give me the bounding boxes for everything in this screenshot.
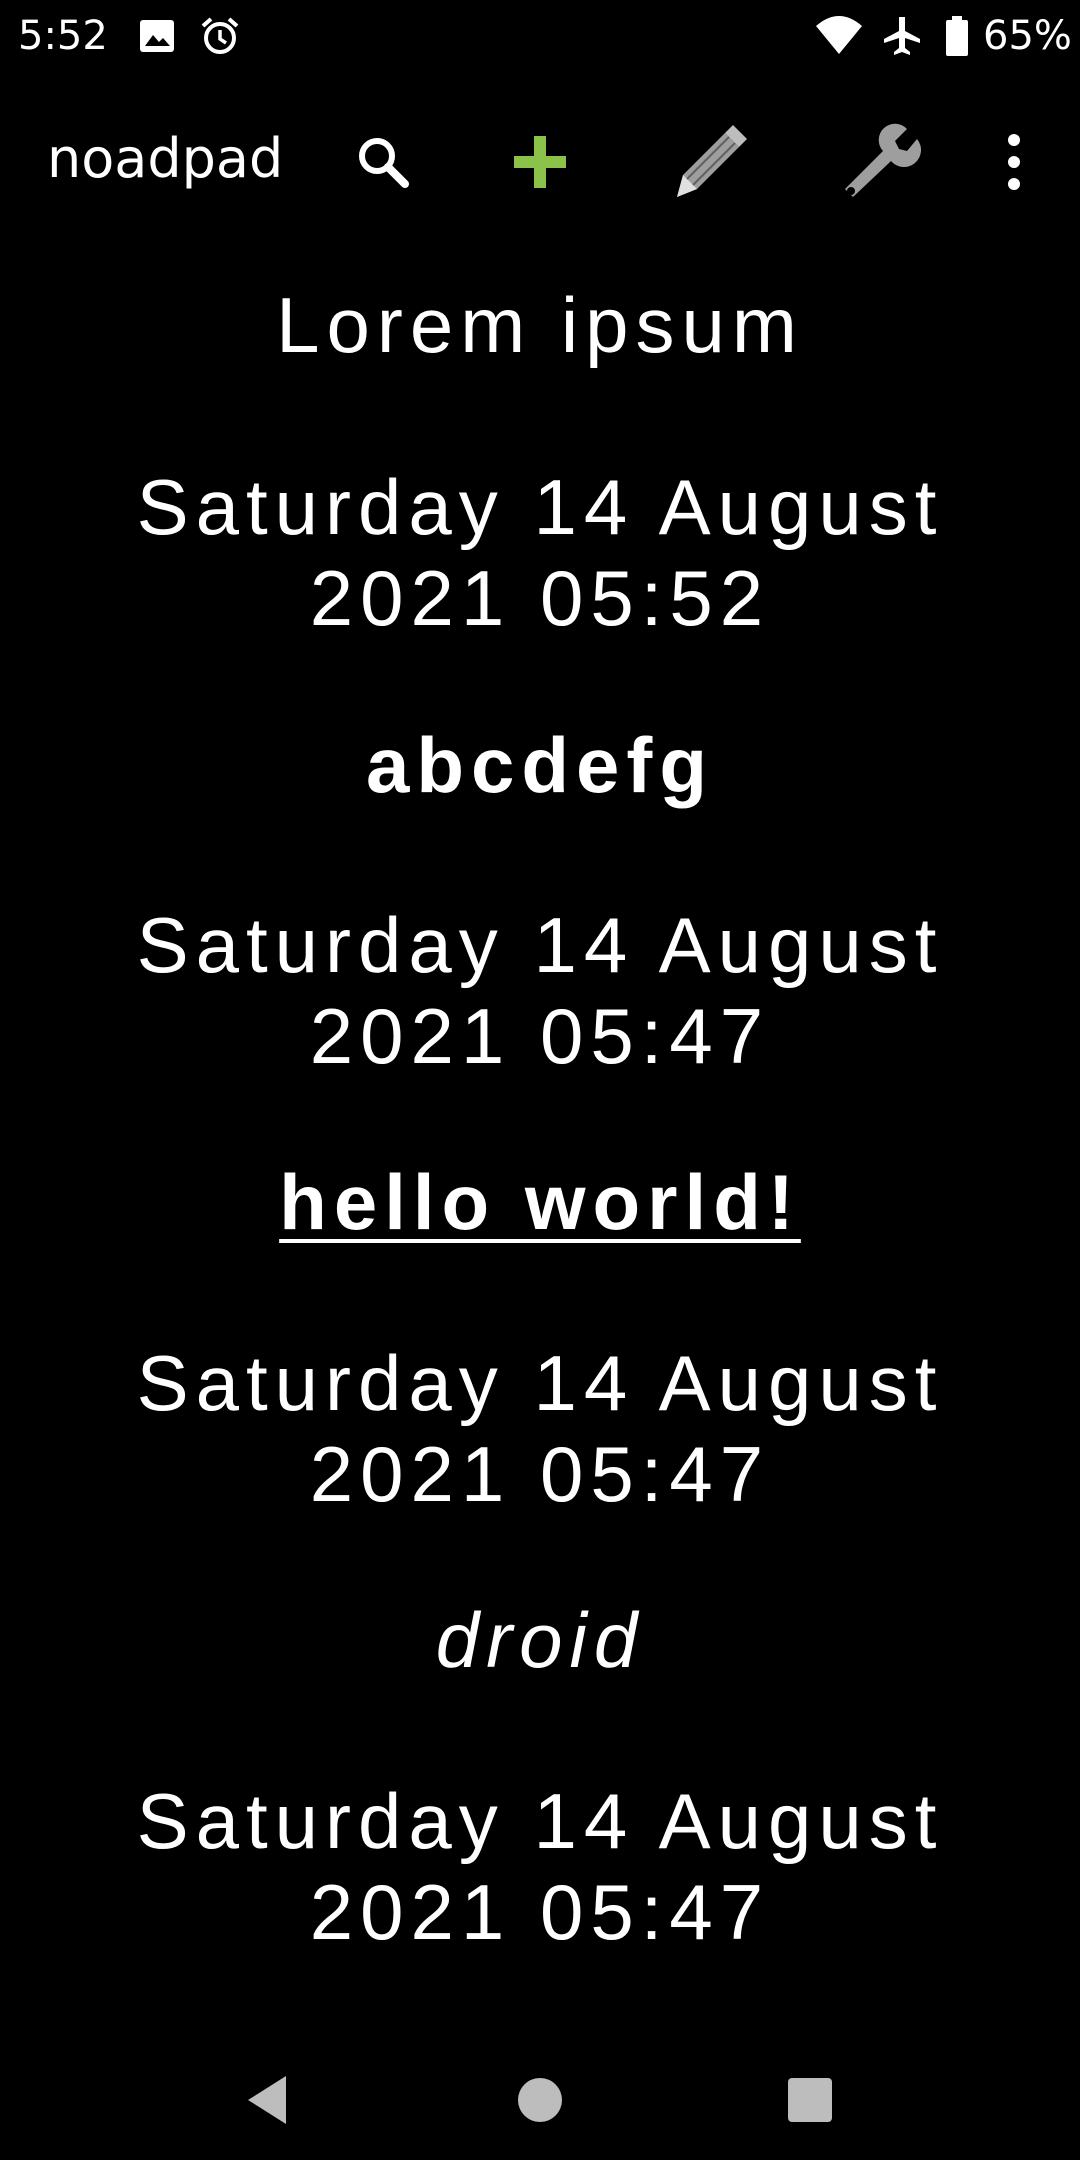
search-icon [359,138,409,188]
note-text-italic: droid [435,1596,645,1684]
note-timestamp-line: Saturday 14 August [136,463,944,551]
back-button[interactable] [228,2060,308,2140]
settings-icon [845,123,921,197]
note-timestamp-line: Saturday 14 August [136,1777,944,1865]
edit-icon [677,125,747,197]
alarm-icon [198,14,242,58]
settings-button[interactable] [826,114,926,210]
battery-percent: 65% [983,13,1072,59]
more-options-button[interactable] [964,114,1064,210]
status-time: 5:52 [18,13,108,59]
more-icon [1008,134,1020,190]
note-timestamp-line: Saturday 14 August [136,901,944,989]
note-title: Lorem ipsum [276,281,804,369]
note-timestamp-line: 2021 05:47 [309,1868,771,1956]
image-icon [136,14,180,58]
note-text-bold: abcdefg [365,721,715,809]
search-button[interactable] [333,114,433,210]
back-icon [248,2076,286,2124]
note-text-bold-underline: hello world! [279,1158,801,1246]
note-timestamp-line: 2021 05:47 [309,992,771,1080]
edit-button[interactable] [658,114,758,210]
note-timestamp-line: 2021 05:47 [309,1430,771,1518]
home-icon [518,2078,562,2122]
app-title: noadpad [47,127,284,190]
wifi-icon [814,14,864,58]
navigation-bar [0,2040,1080,2160]
battery-icon [942,14,972,58]
airplane-icon [880,14,924,58]
app-toolbar: noadpad [0,96,1080,224]
note-timestamp-line: 2021 05:52 [309,554,771,642]
recents-icon [788,2078,832,2122]
add-note-button[interactable] [490,114,590,210]
add-icon [514,136,566,188]
note-timestamp-line: Saturday 14 August [136,1339,944,1427]
recents-button[interactable] [770,2060,850,2140]
home-button[interactable] [500,2060,580,2140]
status-bar: 5:52 65% [0,0,1080,72]
